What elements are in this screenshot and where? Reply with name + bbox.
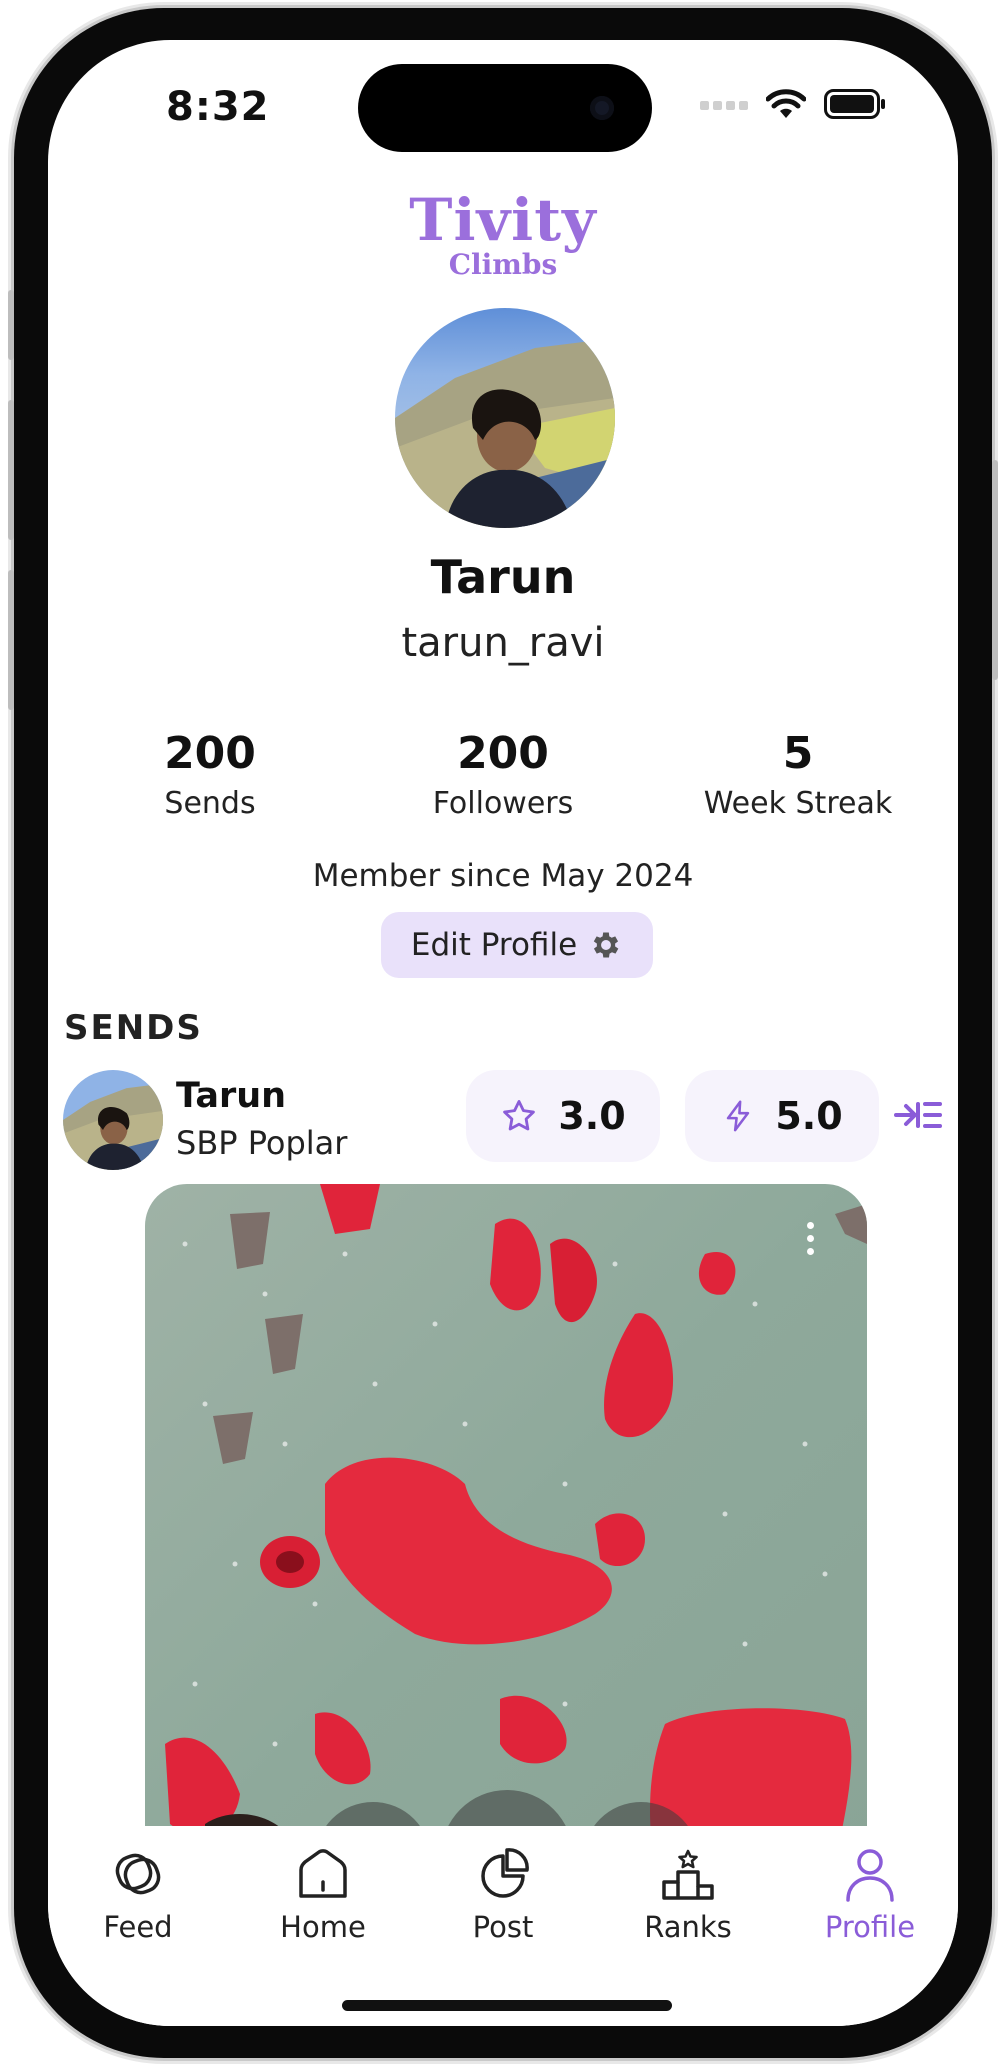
profile-avatar[interactable] <box>395 308 615 528</box>
podium-icon <box>662 1849 714 1900</box>
screen: 8:32 Tivity Climbs Tarun tarun_ravi 200 … <box>48 40 958 2026</box>
avatar-photo <box>63 1070 163 1170</box>
wifi-icon <box>766 89 806 118</box>
lightning-icon <box>727 1100 750 1132</box>
tab-label: Home <box>280 1910 366 1944</box>
avatar-photo <box>395 308 615 528</box>
post-avatar[interactable] <box>63 1070 163 1170</box>
tab-label: Feed <box>103 1910 173 1944</box>
tab-label: Profile <box>824 1910 916 1944</box>
tab-ranks[interactable]: Ranks <box>608 1846 768 1944</box>
power-button <box>992 460 998 680</box>
stat-sends[interactable]: 200 Sends <box>80 728 340 828</box>
dynamic-island <box>358 64 652 152</box>
tab-profile[interactable]: Profile <box>790 1846 950 1944</box>
stat-value: 200 <box>457 728 549 779</box>
logo-subtitle: Climbs <box>448 248 558 281</box>
tab-feed[interactable]: Feed <box>58 1846 218 1944</box>
difficulty-rating-pill[interactable]: 5.0 <box>685 1070 879 1162</box>
stat-label: Followers <box>432 786 574 821</box>
star-icon <box>503 1100 536 1131</box>
tab-label: Ranks <box>644 1910 732 1944</box>
sends-section-title: SENDS <box>64 1008 203 1048</box>
profile-name: Tarun <box>430 550 576 604</box>
post-header: Tarun SBP Poplar 3.0 5.0 <box>48 1070 958 1170</box>
profile-stats: 200 Sends 200 Followers 5 Week Streak <box>48 728 958 848</box>
camera-icon <box>590 96 614 120</box>
difficulty-rating-value: 5.0 <box>775 1094 843 1138</box>
home-indicator[interactable] <box>342 2000 672 2011</box>
edit-profile-button[interactable]: Edit Profile <box>381 912 653 978</box>
star-rating-pill[interactable]: 3.0 <box>466 1070 660 1162</box>
person-icon <box>846 1849 894 1902</box>
video-menu-icon[interactable] <box>807 1222 817 1262</box>
logo-title: Tivity <box>409 186 597 254</box>
stat-week-streak: 5 Week Streak <box>668 728 928 828</box>
profile-username: tarun_ravi <box>401 620 605 666</box>
mute-switch <box>8 290 14 360</box>
post-gym: SBP Poplar <box>176 1124 348 1162</box>
signal-icon <box>700 101 748 110</box>
stat-value: 5 <box>782 728 814 779</box>
stat-label: Week Streak <box>703 786 893 821</box>
stat-value: 200 <box>164 728 256 779</box>
star-rating-value: 3.0 <box>558 1094 626 1138</box>
volume-down-button <box>8 570 14 710</box>
send-video[interactable] <box>145 1184 867 1904</box>
edit-profile-label: Edit Profile <box>410 927 578 963</box>
status-time: 8:32 <box>166 84 270 130</box>
tab-home[interactable]: Home <box>243 1846 403 1944</box>
battery-icon <box>824 89 885 119</box>
status-icons <box>700 88 886 120</box>
post-icon <box>481 1848 529 1898</box>
member-since: Member since May 2024 <box>312 858 694 894</box>
post-username: Tarun <box>176 1076 287 1116</box>
add-to-queue-icon[interactable] <box>894 1098 942 1132</box>
tab-bar: Feed Home Post Ranks Profile <box>48 1826 958 2026</box>
volume-up-button <box>8 400 14 540</box>
feed-icon <box>115 1853 161 1895</box>
stat-label: Sends <box>164 786 256 821</box>
home-icon <box>299 1849 347 1898</box>
stat-followers[interactable]: 200 Followers <box>373 728 633 828</box>
gear-icon <box>593 932 619 958</box>
app-logo: Tivity Climbs <box>48 190 958 280</box>
tab-label: Post <box>472 1910 534 1944</box>
tab-post[interactable]: Post <box>423 1846 583 1944</box>
